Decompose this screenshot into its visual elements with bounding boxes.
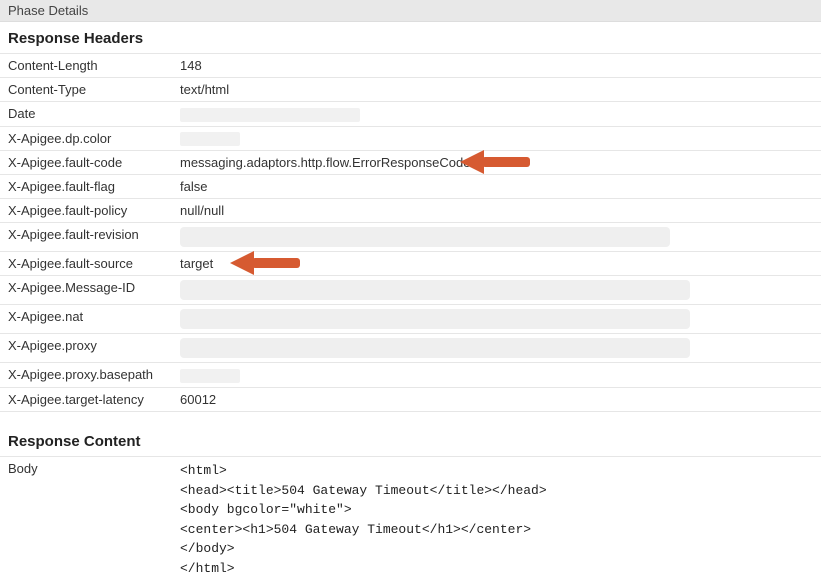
header-value <box>172 363 821 388</box>
header-value: target <box>172 252 821 276</box>
header-key: X-Apigee.dp.color <box>0 126 172 151</box>
redacted-value <box>180 338 690 358</box>
redacted-value <box>180 227 670 247</box>
table-row: Content-Type text/html <box>0 78 821 102</box>
table-row: X-Apigee.fault-revision <box>0 223 821 252</box>
body-pre: <html> <head><title>504 Gateway Timeout<… <box>180 461 813 578</box>
header-key: X-Apigee.fault-code <box>0 151 172 175</box>
header-value <box>172 276 821 305</box>
header-value-text: false <box>180 179 207 194</box>
header-key: X-Apigee.Message-ID <box>0 276 172 305</box>
header-value-text: null/null <box>180 203 224 218</box>
header-key: Content-Length <box>0 54 172 78</box>
header-value-text: 60012 <box>180 392 216 407</box>
header-key: X-Apigee.nat <box>0 305 172 334</box>
response-content-table: Body <html> <head><title>504 Gateway Tim… <box>0 456 821 582</box>
table-row: Content-Length 148 <box>0 54 821 78</box>
header-value <box>172 126 821 151</box>
header-key: X-Apigee.fault-policy <box>0 199 172 223</box>
table-row: X-Apigee.fault-code messaging.adaptors.ht… <box>0 151 821 175</box>
header-key: Date <box>0 102 172 127</box>
header-value: messaging.adaptors.http.flow.ErrorRespon… <box>172 151 821 175</box>
header-value-text: target <box>180 256 213 271</box>
header-value <box>172 223 821 252</box>
table-row: X-Apigee.fault-flag false <box>0 175 821 199</box>
header-key: X-Apigee.proxy.basepath <box>0 363 172 388</box>
phase-title: Phase Details <box>8 3 88 18</box>
body-value: <html> <head><title>504 Gateway Timeout<… <box>172 457 821 582</box>
header-value <box>172 305 821 334</box>
header-value-text: text/html <box>180 82 229 97</box>
response-content-title: Response Content <box>0 425 821 456</box>
table-row: X-Apigee.nat <box>0 305 821 334</box>
table-row: X-Apigee.fault-source target <box>0 252 821 276</box>
header-value: 60012 <box>172 387 821 411</box>
header-value: null/null <box>172 199 821 223</box>
redacted-value <box>180 132 240 146</box>
table-row: X-Apigee.dp.color <box>0 126 821 151</box>
response-headers-title: Response Headers <box>0 22 821 53</box>
table-row: X-Apigee.proxy <box>0 334 821 363</box>
arrow-icon <box>230 249 300 277</box>
header-value <box>172 102 821 127</box>
redacted-value <box>180 369 240 383</box>
header-key: X-Apigee.proxy <box>0 334 172 363</box>
header-key: Content-Type <box>0 78 172 102</box>
header-value: 148 <box>172 54 821 78</box>
header-value: text/html <box>172 78 821 102</box>
redacted-value <box>180 108 360 122</box>
spacer-table <box>0 411 821 426</box>
phase-details-bar: Phase Details <box>0 0 821 22</box>
header-value <box>172 334 821 363</box>
response-headers-table: Content-Length 148 Content-Type text/html Da… <box>0 53 821 411</box>
redacted-value <box>180 280 690 300</box>
header-key: X-Apigee.fault-source <box>0 252 172 276</box>
table-row: X-Apigee.target-latency 60012 <box>0 387 821 411</box>
header-key: X-Apigee.target-latency <box>0 387 172 411</box>
header-value-text: messaging.adaptors.http.flow.ErrorRespon… <box>180 155 471 170</box>
table-row: X-Apigee.fault-policy null/null <box>0 199 821 223</box>
header-value-text: 148 <box>180 58 202 73</box>
header-key: X-Apigee.fault-flag <box>0 175 172 199</box>
arrow-icon <box>460 148 530 176</box>
table-row: Body <html> <head><title>504 Gateway Tim… <box>0 457 821 582</box>
table-row: X-Apigee.proxy.basepath <box>0 363 821 388</box>
redacted-value <box>180 309 690 329</box>
header-value: false <box>172 175 821 199</box>
body-label: Body <box>0 457 172 582</box>
table-row: X-Apigee.Message-ID <box>0 276 821 305</box>
header-key: X-Apigee.fault-revision <box>0 223 172 252</box>
table-row: Date <box>0 102 821 127</box>
